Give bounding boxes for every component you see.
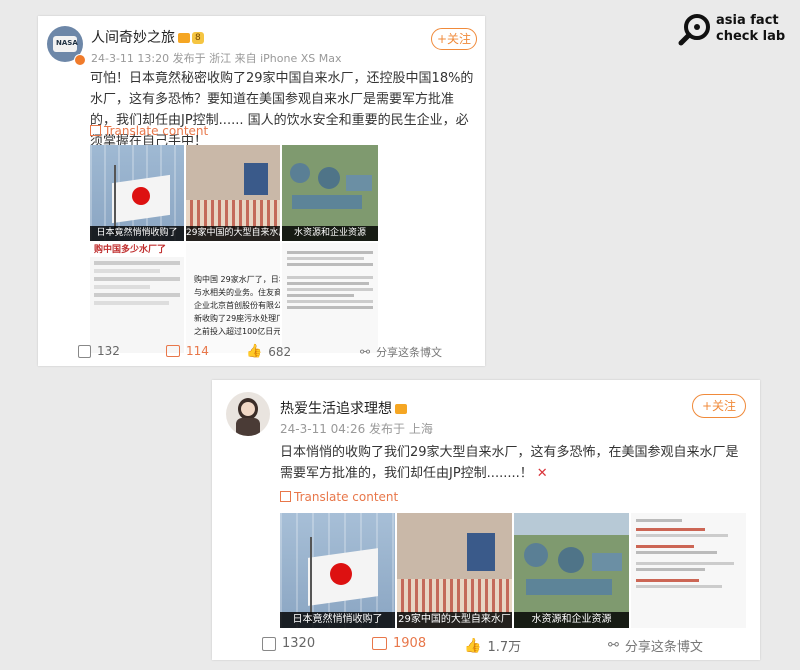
post-meta: 24-3-11 13:20 发布于 浙江 来自 iPhone XS Max [91,52,342,65]
magnifier-logo-icon [678,14,710,46]
share-icon: ⚯ [360,345,371,359]
translate-icon [90,125,101,136]
image-caption: 水资源和企业资源 [514,612,629,628]
comment-count: 114 [186,344,209,358]
comment-button[interactable]: 114 [166,344,209,358]
image-caption: 29家中国的大型自来水厂 [186,226,280,241]
post-text: 可怕！日本竟然秘密收购了29家中国自来水厂，还控股中国18%的水厂，这有多恐怖？… [90,71,474,149]
translate-link[interactable]: Translate content [90,124,208,138]
like-count: 1.7万 [487,640,522,655]
repost-icon [78,344,91,358]
follow-button[interactable]: +关注 [692,394,746,418]
like-button[interactable]: 👍 1.7万 [464,636,522,656]
image-text-document[interactable] [282,243,378,353]
follow-button[interactable]: +关注 [431,28,477,50]
image-caption: 水资源和企业资源 [282,226,378,241]
brand-line1: asia fact [716,13,779,28]
share-icon: ⚯ [608,638,619,653]
repost-count: 132 [97,344,120,358]
thumbs-up-icon: 👍 [246,344,263,359]
crown-icon [395,404,407,414]
image-caption: 29家中国的大型自来水厂 [397,612,512,628]
repost-button[interactable]: 132 [78,344,120,358]
excerpt-line: 与水相关的业务。住友商事 [194,288,280,297]
image-japan-flag[interactable]: 日本竟然悄悄收购了 [90,145,184,241]
image-japan-flag[interactable]: 日本竟然悄悄收购了 [280,513,395,628]
image-bottling-line[interactable]: 29家中国的大型自来水厂 [397,513,512,628]
image-caption: 日本竟然悄悄收购了 [90,226,184,241]
share-label: 分享这条博文 [624,640,703,655]
image-caption: 日本竟然悄悄收购了 [280,612,395,628]
asia-fact-check-lab-logo: asia fact check lab [678,14,790,46]
translate-icon [280,491,291,502]
repost-count: 1320 [282,636,316,651]
image-water-plant[interactable]: 水资源和企业资源 [514,513,629,628]
repost-button[interactable]: 1320 [262,636,315,651]
username[interactable]: 人间奇妙之旅 [91,30,175,46]
repost-icon [262,636,276,651]
comment-count: 1908 [393,636,427,651]
image-water-plant[interactable]: 水资源和企业资源 [282,145,378,241]
red-cross-icon: ✕ [536,466,548,481]
excerpt-line: 新收购了29座污水处理厂 [194,314,280,323]
level-badge: 8 [192,32,204,44]
excerpt-line: 企业北京首创股份有限公司 [194,301,280,310]
post-text: 日本悄悄的收购了我们29家大型自来水厂，这有多恐怖，在美国参观自来水厂是需要军方… [280,445,739,481]
image-news-excerpt[interactable]: 购中国 29家水厂了，日本企 与水相关的业务。住友商事 企业北京首创股份有限公司… [186,243,280,353]
username[interactable]: 热爱生活追求理想 [280,401,392,417]
image-bottling-line[interactable]: 29家中国的大型自来水厂 [186,145,280,241]
share-label: 分享这条博文 [376,346,443,359]
like-button[interactable]: 👍 682 [246,344,291,359]
post-meta: 24-3-11 04:26 发布于 上海 [280,422,433,436]
excerpt-line: 之前投入超过100亿日元的资金 [194,327,280,336]
verified-icon [74,54,86,66]
comment-icon [372,637,387,650]
avatar[interactable] [226,392,270,436]
doc-header: 购中国多少水厂了 [90,243,184,257]
comment-button[interactable]: 1908 [372,636,426,651]
share-button[interactable]: ⚯ 分享这条博文 [608,636,703,655]
image-article-screenshot[interactable]: 购中国多少水厂了 [90,243,184,353]
brand-line2: check lab [716,29,786,44]
crown-icon [178,33,190,43]
image-comments-screenshot[interactable] [631,513,746,628]
translate-link[interactable]: Translate content [280,490,398,504]
weibo-post-1: NASA 人间奇妙之旅 8 24-3-11 13:20 发布于 浙江 来自 iPh… [38,16,485,366]
excerpt-line: 购中国 29家水厂了，日本企 [194,275,280,284]
thumbs-up-icon: 👍 [464,637,482,654]
comment-icon [166,345,180,357]
share-button[interactable]: ⚯ 分享这条博文 [360,344,442,360]
like-count: 682 [268,344,292,359]
weibo-post-2: 热爱生活追求理想 24-3-11 04:26 发布于 上海 +关注 日本悄悄的收… [212,380,760,660]
